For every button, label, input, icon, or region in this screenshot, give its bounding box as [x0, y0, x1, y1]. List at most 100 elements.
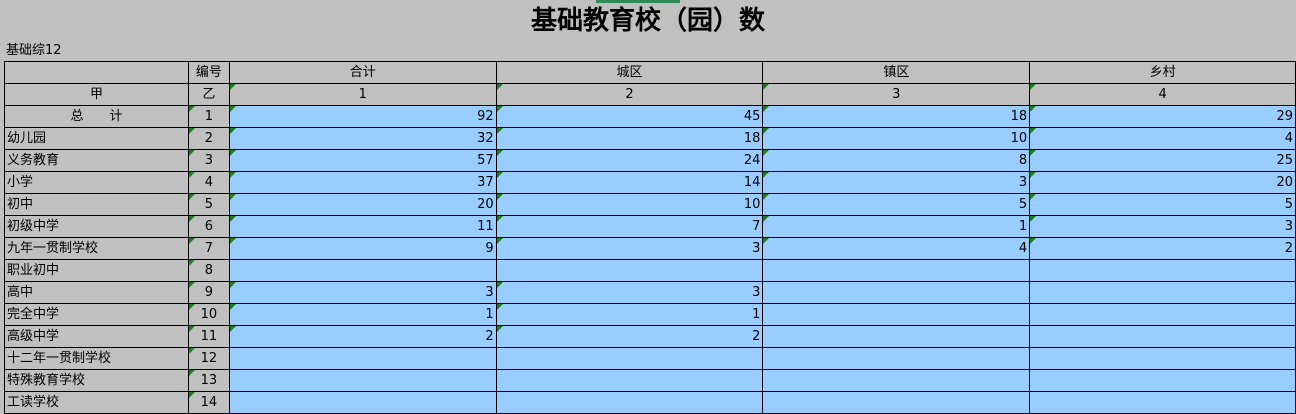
data-cell[interactable]: 2	[228, 325, 497, 348]
data-cell[interactable]: 18	[495, 127, 764, 150]
data-cell[interactable]	[1029, 347, 1296, 370]
row-label[interactable]: 九年一贯制学校	[4, 237, 189, 260]
row-label[interactable]: 幼儿园	[4, 127, 189, 150]
row-label[interactable]: 十二年一贯制学校	[4, 347, 189, 370]
header-label-code[interactable]: 甲	[4, 83, 189, 106]
header-col-total[interactable]: 合计	[228, 61, 497, 84]
data-cell[interactable]: 4	[1029, 127, 1296, 150]
data-cell[interactable]	[762, 303, 1031, 326]
data-cell[interactable]	[495, 369, 764, 392]
data-cell[interactable]	[1029, 369, 1296, 392]
header-label-cell	[4, 61, 189, 84]
data-cell[interactable]: 3	[495, 237, 764, 260]
data-cell[interactable]: 18	[762, 105, 1031, 128]
data-cell[interactable]: 5	[1029, 193, 1296, 216]
row-label[interactable]: 小学	[4, 171, 189, 194]
table-row: 完全中学 10 1 1	[4, 303, 1296, 326]
row-label[interactable]: 高中	[4, 281, 189, 304]
row-label[interactable]: 完全中学	[4, 303, 189, 326]
header-col-town[interactable]: 镇区	[762, 61, 1031, 84]
table-row: 总 计 1 92 45 18 29	[4, 105, 1296, 128]
data-cell[interactable]	[762, 281, 1031, 304]
row-number[interactable]: 14	[187, 391, 230, 414]
data-cell[interactable]	[762, 347, 1031, 370]
header-col-index-1[interactable]: 1	[228, 83, 497, 106]
data-cell[interactable]	[495, 391, 764, 414]
data-cell[interactable]: 20	[228, 193, 497, 216]
row-number[interactable]: 7	[187, 237, 230, 260]
data-cell[interactable]	[228, 259, 497, 282]
row-number[interactable]: 11	[187, 325, 230, 348]
data-cell[interactable]	[228, 369, 497, 392]
header-number-cell[interactable]: 编号	[187, 61, 230, 84]
row-label[interactable]: 初中	[4, 193, 189, 216]
row-label[interactable]: 义务教育	[4, 149, 189, 172]
data-cell[interactable]: 9	[228, 237, 497, 260]
data-cell[interactable]: 57	[228, 149, 497, 172]
data-cell[interactable]: 29	[1029, 105, 1296, 128]
row-number[interactable]: 9	[187, 281, 230, 304]
row-label[interactable]: 工读学校	[4, 391, 189, 414]
data-cell[interactable]: 8	[762, 149, 1031, 172]
data-cell[interactable]	[762, 259, 1031, 282]
row-number[interactable]: 1	[187, 105, 230, 128]
data-cell[interactable]: 92	[228, 105, 497, 128]
header-col-index-3[interactable]: 3	[762, 83, 1031, 106]
data-cell[interactable]: 10	[495, 193, 764, 216]
row-number[interactable]: 5	[187, 193, 230, 216]
data-cell[interactable]: 37	[228, 171, 497, 194]
data-cell[interactable]	[1029, 391, 1296, 414]
header-col-index-4[interactable]: 4	[1029, 83, 1296, 106]
header-col-urban[interactable]: 城区	[495, 61, 764, 84]
row-number[interactable]: 4	[187, 171, 230, 194]
header-col-index-2[interactable]: 2	[495, 83, 764, 106]
data-cell[interactable]	[1029, 259, 1296, 282]
data-cell[interactable]: 3	[762, 171, 1031, 194]
row-label[interactable]: 高级中学	[4, 325, 189, 348]
row-number[interactable]: 12	[187, 347, 230, 370]
data-cell[interactable]: 10	[762, 127, 1031, 150]
data-cell[interactable]: 7	[495, 215, 764, 238]
data-cell[interactable]: 5	[762, 193, 1031, 216]
data-cell[interactable]	[762, 391, 1031, 414]
data-cell[interactable]	[495, 347, 764, 370]
row-number[interactable]: 2	[187, 127, 230, 150]
data-cell[interactable]: 20	[1029, 171, 1296, 194]
data-cell[interactable]	[1029, 281, 1296, 304]
data-cell[interactable]: 25	[1029, 149, 1296, 172]
header-number-code[interactable]: 乙	[187, 83, 230, 106]
row-label[interactable]: 职业初中	[4, 259, 189, 282]
data-cell[interactable]: 3	[228, 281, 497, 304]
data-cell[interactable]: 4	[762, 237, 1031, 260]
data-cell[interactable]: 1	[762, 215, 1031, 238]
data-cell[interactable]	[228, 347, 497, 370]
data-cell[interactable]: 32	[228, 127, 497, 150]
row-number[interactable]: 3	[187, 149, 230, 172]
row-label[interactable]: 初级中学	[4, 215, 189, 238]
data-cell[interactable]: 1	[228, 303, 497, 326]
data-cell[interactable]: 2	[1029, 237, 1296, 260]
data-cell[interactable]: 14	[495, 171, 764, 194]
data-cell[interactable]: 3	[495, 281, 764, 304]
data-cell[interactable]	[762, 325, 1031, 348]
row-number[interactable]: 6	[187, 215, 230, 238]
data-cell[interactable]	[1029, 325, 1296, 348]
data-cell[interactable]	[228, 391, 497, 414]
data-cell[interactable]: 1	[495, 303, 764, 326]
row-number[interactable]: 8	[187, 259, 230, 282]
data-cell[interactable]: 45	[495, 105, 764, 128]
row-number[interactable]: 10	[187, 303, 230, 326]
data-cell[interactable]	[1029, 303, 1296, 326]
row-label[interactable]: 总 计	[4, 105, 189, 128]
data-cell[interactable]: 24	[495, 149, 764, 172]
row-label[interactable]: 特殊教育学校	[4, 369, 189, 392]
data-cell[interactable]: 2	[495, 325, 764, 348]
table-code: 基础综12	[6, 43, 62, 58]
data-cell[interactable]	[762, 369, 1031, 392]
row-number[interactable]: 13	[187, 369, 230, 392]
data-cell[interactable]: 3	[1029, 215, 1296, 238]
data-cell[interactable]: 11	[228, 215, 497, 238]
header-col-rural[interactable]: 乡村	[1029, 61, 1296, 84]
data-cell[interactable]	[495, 259, 764, 282]
table-row: 义务教育 3 57 24 8 25	[4, 149, 1296, 172]
